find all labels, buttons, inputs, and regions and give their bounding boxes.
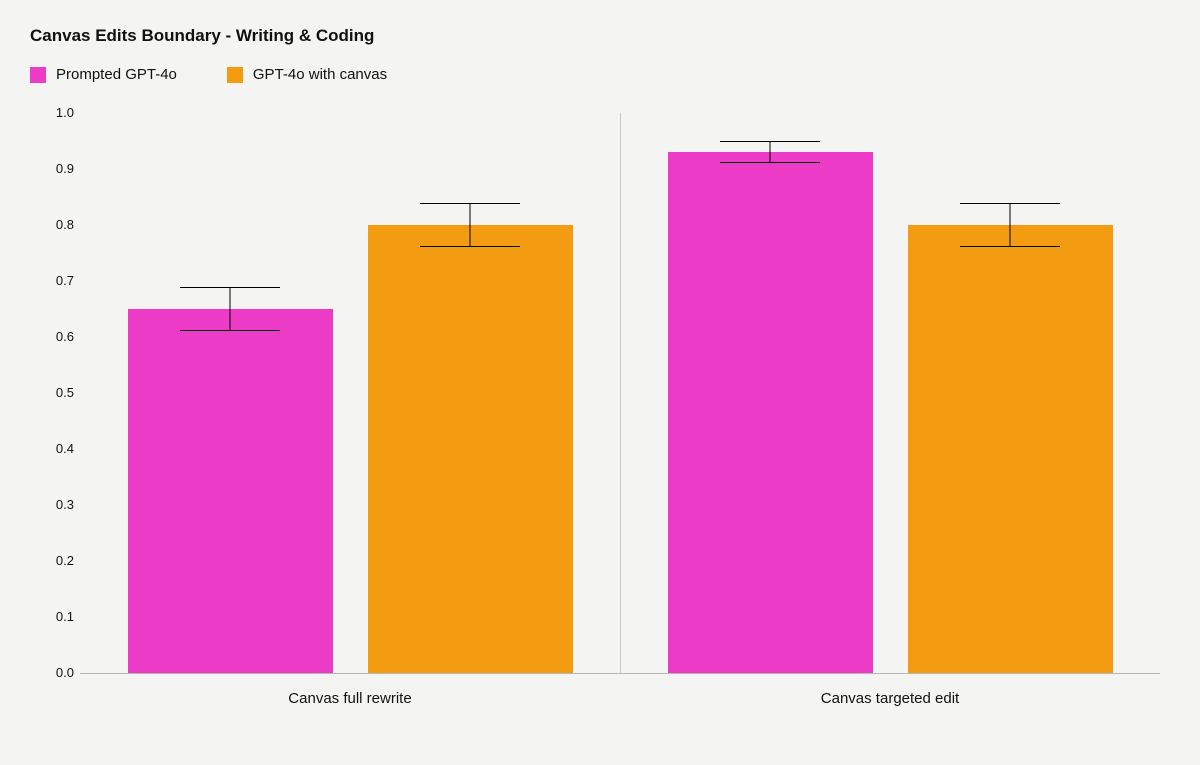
error-bar [720,141,820,163]
legend-item-prompted: Prompted GPT-4o [30,66,177,83]
bar [368,225,573,673]
error-bar [180,287,280,332]
x-label-group-0: Canvas full rewrite [80,690,620,707]
chart-container: Canvas Edits Boundary - Writing & Coding… [0,0,1200,765]
legend-item-canvas: GPT-4o with canvas [227,66,387,83]
error-bar [960,203,1060,248]
legend-swatch-prompted [30,67,46,83]
legend-swatch-canvas [227,67,243,83]
x-label-group-1: Canvas targeted edit [620,690,1160,707]
chart: Canvas full rewrite Canvas targeted edit… [40,113,1160,713]
plot-area: Canvas full rewrite Canvas targeted edit… [80,113,1160,674]
chart-title: Canvas Edits Boundary - Writing & Coding [30,26,1170,46]
group-divider [620,113,621,673]
bar [908,225,1113,673]
legend: Prompted GPT-4o GPT-4o with canvas [30,66,1170,83]
bar [668,152,873,673]
error-bar [420,203,520,248]
legend-label-canvas: GPT-4o with canvas [253,66,387,83]
bar [128,309,333,673]
legend-label-prompted: Prompted GPT-4o [56,66,177,83]
